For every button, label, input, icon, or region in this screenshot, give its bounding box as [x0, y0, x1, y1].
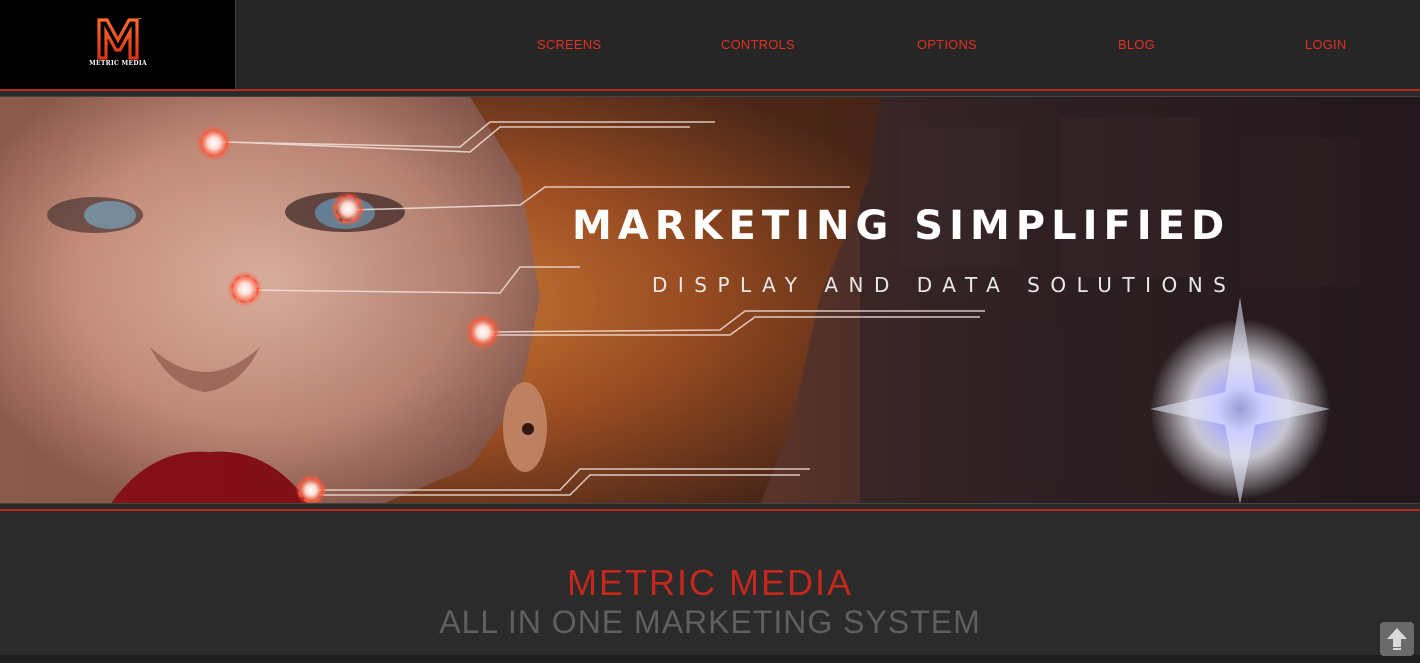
nav-item-options[interactable]: OPTIONS: [917, 37, 977, 52]
site-header: ™ METRIC MEDIA SCREENS CONTROLS OPTIONS …: [0, 0, 1420, 89]
logo[interactable]: ™ METRIC MEDIA: [0, 0, 236, 89]
hero-banner: MARKETING SIMPLIFIED DISPLAY AND DATA SO…: [0, 96, 1420, 504]
hero-divider: [0, 509, 1420, 511]
nav-item-login[interactable]: LOGIN: [1305, 37, 1346, 52]
header-divider: [0, 89, 1420, 91]
hero-image: [0, 97, 1420, 503]
main-nav: SCREENS CONTROLS OPTIONS BLOG LOGIN: [236, 0, 1420, 89]
logo-text: METRIC MEDIA: [89, 60, 147, 67]
intro-section: METRIC MEDIA ALL IN ONE MARKETING SYSTEM: [0, 520, 1420, 655]
up-arrow-icon: [1387, 628, 1407, 650]
section-subtitle: ALL IN ONE MARKETING SYSTEM: [439, 604, 981, 640]
nav-item-blog[interactable]: BLOG: [1118, 37, 1155, 52]
hero-title: MARKETING SIMPLIFIED: [572, 203, 1231, 249]
scroll-to-top-button[interactable]: [1380, 622, 1414, 656]
nav-item-screens[interactable]: SCREENS: [537, 37, 601, 52]
hero-subtitle: DISPLAY AND DATA SOLUTIONS: [652, 273, 1237, 297]
nav-item-controls[interactable]: CONTROLS: [721, 37, 795, 52]
logo-m-icon: ™: [97, 17, 141, 60]
page: ™ METRIC MEDIA SCREENS CONTROLS OPTIONS …: [0, 0, 1420, 663]
section-title: METRIC MEDIA: [566, 562, 853, 603]
svg-text:™: ™: [138, 17, 141, 22]
bottom-bar: [0, 655, 1420, 663]
